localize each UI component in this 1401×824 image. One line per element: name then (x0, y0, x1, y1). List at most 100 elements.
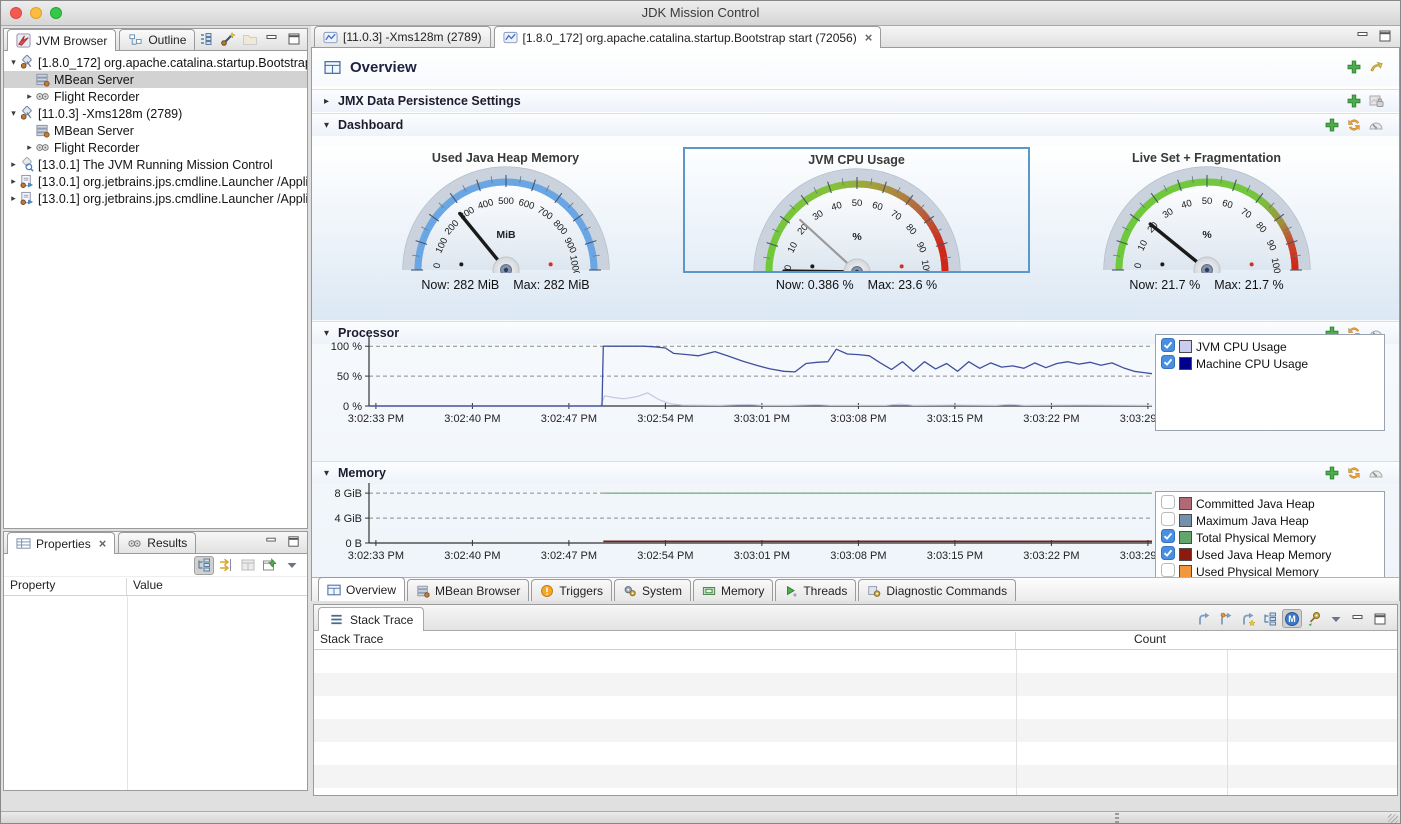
tree-item[interactable]: ▸[13.0.1] org.jetbrains.jps.cmdline.Laun… (4, 173, 307, 190)
minimize-button[interactable] (1353, 26, 1373, 45)
page-tab-overview[interactable]: Overview (318, 577, 405, 601)
section-jmx-data-persistence-header[interactable]: ▸ JMX Data Persistence Settings (312, 89, 1399, 112)
minimize-button[interactable] (262, 29, 282, 48)
sort-button[interactable] (216, 556, 236, 575)
method-format-button[interactable]: M (1282, 609, 1302, 628)
tab-properties[interactable]: Properties × (7, 532, 115, 554)
add-chart-button[interactable] (1322, 116, 1342, 135)
column-property[interactable]: Property (4, 578, 127, 595)
gauge-jvm-cpu-usage[interactable]: JVM CPU Usage 0102030405060708090100% (683, 147, 1030, 273)
tab-outline[interactable]: Outline (119, 29, 195, 50)
maximize-view-button[interactable] (283, 532, 303, 551)
legend-item[interactable]: Total Physical Memory (1158, 529, 1382, 546)
view-menu-button[interactable] (1326, 609, 1346, 628)
tree-item[interactable]: ▾[11.0.3] -Xms128m (2789) (4, 105, 307, 122)
prev-frame-button[interactable] (1194, 609, 1214, 628)
close-tab-icon[interactable]: × (99, 539, 107, 549)
column-count[interactable]: Count (1016, 632, 1284, 649)
open-frame-button[interactable] (1238, 609, 1258, 628)
tree-item[interactable]: ▸[13.0.1] The JVM Running Mission Contro… (4, 156, 307, 173)
next-frame-icon (1218, 611, 1234, 627)
section-expanded-arrow[interactable]: ▾ (324, 468, 338, 479)
svg-text:3:02:33 PM: 3:02:33 PM (348, 550, 404, 562)
section-expanded-arrow[interactable]: ▾ (324, 120, 338, 131)
memory-chart[interactable]: 0 B4 GiB8 GiB3:02:33 PM3:02:40 PM3:02:47… (320, 479, 1160, 572)
add-chart-button[interactable] (1322, 464, 1342, 483)
tree-item[interactable]: ▾[1.8.0_172] org.apache.catalina.startup… (4, 54, 307, 71)
legend-item[interactable]: Machine CPU Usage (1158, 355, 1382, 372)
gauge-disabled-button[interactable] (1366, 464, 1386, 483)
close-tab-icon[interactable]: × (865, 33, 873, 43)
maximize-button[interactable] (1375, 26, 1395, 45)
editor-tab[interactable]: [1.8.0_172] org.apache.catalina.startup.… (494, 26, 882, 48)
persistence-disabled-button[interactable] (1366, 92, 1386, 111)
close-window-button[interactable] (10, 7, 22, 19)
page-tab-triggers[interactable]: Triggers (531, 579, 612, 601)
tree-collapsed-arrow[interactable]: ▸ (8, 176, 19, 187)
new-jvm-connection-button[interactable] (218, 29, 238, 48)
column-stack-trace[interactable]: Stack Trace (314, 632, 1016, 649)
tree-expanded-arrow[interactable]: ▾ (8, 57, 19, 68)
gauge-live-set-fragmentation[interactable]: Live Set + Fragmentation 010203040506070… (1033, 147, 1380, 273)
triggers-icon (540, 584, 554, 598)
section-dashboard-header[interactable]: ▾ Dashboard (312, 113, 1399, 136)
series-checkbox[interactable] (1161, 546, 1175, 563)
tab-jvm-browser[interactable]: JVM Browser (7, 29, 116, 51)
series-checkbox[interactable] (1161, 495, 1175, 512)
section-collapsed-arrow[interactable]: ▸ (324, 96, 338, 107)
tab-stack-trace[interactable]: Stack Trace (318, 607, 424, 631)
page-tab-diagnostic-commands[interactable]: Diagnostic Commands (858, 579, 1016, 601)
refresh-button[interactable] (1344, 116, 1364, 135)
maximize-button[interactable] (284, 29, 304, 48)
tree-item[interactable]: ▸[13.0.1] org.jetbrains.jps.cmdline.Laun… (4, 190, 307, 207)
tree-item[interactable]: ▸Flight Recorder (4, 139, 307, 156)
tree-expanded-arrow[interactable]: ▾ (8, 108, 19, 119)
distinguish-frames-button[interactable] (1304, 609, 1324, 628)
legend-item[interactable]: Committed Java Heap (1158, 495, 1382, 512)
page-tab-system[interactable]: System (614, 579, 691, 601)
stack-trace-table-body[interactable] (314, 650, 1397, 795)
legend-item[interactable]: Maximum Java Heap (1158, 512, 1382, 529)
collapse-all-button[interactable] (196, 29, 216, 48)
minimize-window-button[interactable] (30, 7, 42, 19)
minimize-button[interactable] (1348, 609, 1368, 628)
tree-collapsed-arrow[interactable]: ▸ (24, 91, 35, 102)
legend-item[interactable]: JVM CPU Usage (1158, 338, 1382, 355)
filter-disabled-button[interactable] (238, 556, 258, 575)
tree-item[interactable]: ▸Flight Recorder (4, 88, 307, 105)
tree-collapsed-arrow[interactable]: ▸ (8, 193, 19, 204)
page-tab-threads[interactable]: Threads (775, 579, 856, 601)
tree-item[interactable]: MBean Server (4, 122, 307, 139)
add-chart-button[interactable] (1344, 58, 1364, 77)
maximize-button[interactable] (1370, 609, 1390, 628)
next-frame-button[interactable] (1216, 609, 1236, 628)
series-checkbox[interactable] (1161, 355, 1175, 372)
new-folder-disabled-button[interactable] (240, 29, 260, 48)
page-tab-memory[interactable]: Memory (693, 579, 773, 601)
column-value[interactable]: Value (127, 578, 163, 595)
gauge-used-java-heap-memory[interactable]: Used Java Heap Memory 010020030040050060… (332, 147, 679, 273)
series-checkbox[interactable] (1161, 529, 1175, 546)
pin-button[interactable] (260, 556, 280, 575)
refresh-button[interactable] (1344, 464, 1364, 483)
series-checkbox[interactable] (1161, 338, 1175, 355)
legend-item[interactable]: Used Java Heap Memory (1158, 546, 1382, 563)
layout-tree-button[interactable] (1260, 609, 1280, 628)
series-checkbox[interactable] (1161, 512, 1175, 529)
accessibility-button[interactable] (1366, 58, 1386, 77)
processor-chart[interactable]: 0 %50 %100 %3:02:33 PM3:02:40 PM3:02:47 … (320, 332, 1160, 437)
add-chart-button[interactable] (1344, 92, 1364, 111)
tab-results[interactable]: Results (118, 532, 196, 553)
tree-mode-button[interactable] (194, 556, 214, 575)
tree-collapsed-arrow[interactable]: ▸ (24, 142, 35, 153)
status-bar-grip[interactable] (1115, 813, 1119, 824)
resize-grip[interactable] (1388, 814, 1398, 824)
editor-tab[interactable]: [11.0.3] -Xms128m (2789) (314, 26, 491, 47)
view-menu-button[interactable] (282, 556, 302, 575)
page-tab-mbean-browser[interactable]: MBean Browser (407, 579, 529, 601)
gauge-disabled-button[interactable] (1366, 116, 1386, 135)
tree-item[interactable]: MBean Server (4, 71, 307, 88)
zoom-window-button[interactable] (50, 7, 62, 19)
minimize-view-button[interactable] (261, 532, 281, 551)
tree-collapsed-arrow[interactable]: ▸ (8, 159, 19, 170)
